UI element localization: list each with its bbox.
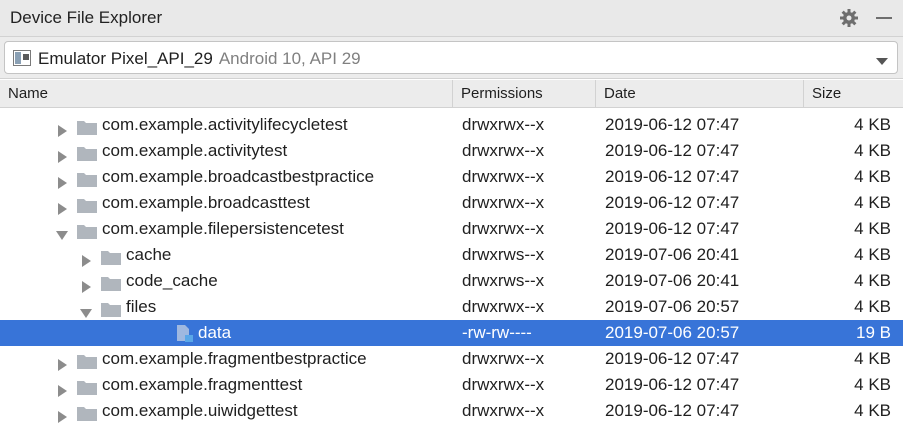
row-name: com.example.broadcastbestpractice [102, 167, 375, 186]
device-name: Emulator Pixel_API_29 [38, 49, 213, 68]
gear-icon[interactable] [838, 7, 860, 29]
device-bar: Emulator Pixel_API_29 Android 10, API 29 [0, 37, 903, 79]
expand-right-icon[interactable] [80, 275, 92, 293]
row-date: 2019-06-12 07:47 [605, 401, 740, 420]
row-size: 4 KB [854, 167, 891, 186]
row-date: 2019-07-06 20:41 [605, 245, 740, 264]
row-name: com.example.fragmentbestpractice [102, 349, 367, 368]
table-header: Name Permissions Date Size [0, 80, 903, 108]
row-name: files [126, 297, 157, 316]
tool-window-header: Device File Explorer [0, 0, 903, 37]
expand-down-icon[interactable] [56, 223, 68, 240]
row-permissions: drwxrws--x [462, 271, 545, 290]
expand-down-icon[interactable] [80, 301, 92, 318]
tree-row[interactable]: com.example.uiwidgettest drwxrwx--x 2019-0… [0, 398, 903, 424]
row-size: 4 KB [854, 375, 891, 394]
row-name: com.example.filepersistencetest [102, 219, 344, 238]
row-name: com.example.activitytest [102, 141, 288, 160]
row-permissions: drwxrwx--x [462, 167, 545, 186]
row-name: com.example.broadcasttest [102, 193, 310, 212]
row-date: 2019-06-12 07:47 [605, 193, 740, 212]
tree-row[interactable]: com.example.activitytest drwxrwx--x 2019-0… [0, 138, 903, 164]
expand-right-icon[interactable] [56, 171, 68, 189]
folder-icon [77, 221, 97, 239]
row-permissions: drwxrwx--x [462, 401, 545, 420]
row-date: 2019-06-12 07:47 [605, 167, 740, 186]
row-size: 4 KB [854, 349, 891, 368]
row-permissions: drwxrwx--x [462, 115, 545, 134]
tree-row[interactable]: com.example.broadcasttest drwxrwx--x 2019-… [0, 190, 903, 216]
row-name: data [198, 323, 232, 342]
file-tree: com.example.activitylifecycletest drwxrwx… [0, 112, 903, 424]
column-name-header[interactable]: Name [0, 80, 452, 108]
file-icon [175, 325, 195, 342]
tree-row[interactable]: com.example.activitylifecycletest drwxrwx… [0, 112, 903, 138]
row-size: 4 KB [854, 115, 891, 134]
row-permissions: drwxrwx--x [462, 297, 545, 316]
row-size: 4 KB [854, 297, 891, 316]
expand-right-icon[interactable] [56, 119, 68, 137]
folder-icon [101, 299, 121, 317]
expand-right-icon[interactable] [56, 197, 68, 215]
device-info: Android 10, API 29 [218, 49, 361, 68]
device-selector-dropdown[interactable]: Emulator Pixel_API_29 Android 10, API 29 [4, 41, 898, 74]
row-name: cache [126, 245, 172, 264]
chevron-down-icon[interactable] [875, 53, 889, 65]
expand-right-icon[interactable] [80, 249, 92, 267]
tree-row[interactable]: com.example.filepersistencetest drwxrwx--… [0, 216, 903, 242]
row-date: 2019-07-06 20:57 [605, 323, 740, 342]
tree-row[interactable]: files drwxrwx--x 2019-07-06 20:57 4 KB [0, 294, 903, 320]
row-name: com.example.fragmenttest [102, 375, 303, 394]
folder-icon [77, 403, 97, 421]
row-size: 4 KB [854, 141, 891, 160]
folder-icon [77, 377, 97, 395]
row-size: 4 KB [854, 271, 891, 290]
expand-right-icon[interactable] [56, 145, 68, 163]
row-date: 2019-06-12 07:47 [605, 375, 740, 394]
expand-right-icon[interactable] [56, 353, 68, 371]
column-date-header[interactable]: Date [596, 80, 803, 108]
folder-icon [77, 169, 97, 187]
device-icon [13, 50, 31, 66]
row-size: 4 KB [854, 193, 891, 212]
tree-row[interactable]: com.example.broadcastbestpractice drwxrwx… [0, 164, 903, 190]
row-date: 2019-07-06 20:41 [605, 271, 740, 290]
folder-icon [101, 247, 121, 265]
column-size-header[interactable]: Size [804, 80, 903, 108]
row-date: 2019-06-12 07:47 [605, 349, 740, 368]
row-name: com.example.uiwidgettest [102, 401, 298, 420]
row-size: 19 B [856, 323, 891, 342]
panel-title: Device File Explorer [10, 8, 163, 27]
folder-icon [77, 351, 97, 369]
tree-row[interactable]: com.example.fragmenttest drwxrwx--x 2019-0… [0, 372, 903, 398]
folder-icon [77, 117, 97, 135]
row-date: 2019-07-06 20:57 [605, 297, 740, 316]
row-permissions: -rw-rw---- [462, 323, 532, 342]
row-date: 2019-06-12 07:47 [605, 219, 740, 238]
folder-icon [77, 195, 97, 213]
row-permissions: drwxrwx--x [462, 375, 545, 394]
row-name: com.example.activitylifecycletest [102, 115, 348, 134]
row-date: 2019-06-12 07:47 [605, 115, 740, 134]
expand-right-icon[interactable] [56, 405, 68, 423]
row-permissions: drwxrwx--x [462, 219, 545, 238]
expand-right-icon[interactable] [56, 379, 68, 397]
row-permissions: drwxrwx--x [462, 349, 545, 368]
folder-icon [77, 143, 97, 161]
row-size: 4 KB [854, 219, 891, 238]
row-date: 2019-06-12 07:47 [605, 141, 740, 160]
row-size: 4 KB [854, 245, 891, 264]
column-permissions-header[interactable]: Permissions [453, 80, 595, 108]
row-permissions: drwxrwx--x [462, 193, 545, 212]
tree-row[interactable]: data -rw-rw---- 2019-07-06 20:57 19 B [0, 320, 903, 346]
tree-row[interactable]: cache drwxrws--x 2019-07-06 20:41 4 KB [0, 242, 903, 268]
row-size: 4 KB [854, 401, 891, 420]
minimize-icon[interactable] [873, 7, 895, 29]
row-name: code_cache [126, 271, 218, 290]
row-permissions: drwxrws--x [462, 245, 545, 264]
tree-row[interactable]: com.example.fragmentbestpractice drwxrwx-… [0, 346, 903, 372]
folder-icon [101, 273, 121, 291]
tree-row[interactable]: code_cache drwxrws--x 2019-07-06 20:41 4 KB [0, 268, 903, 294]
row-permissions: drwxrwx--x [462, 141, 545, 160]
